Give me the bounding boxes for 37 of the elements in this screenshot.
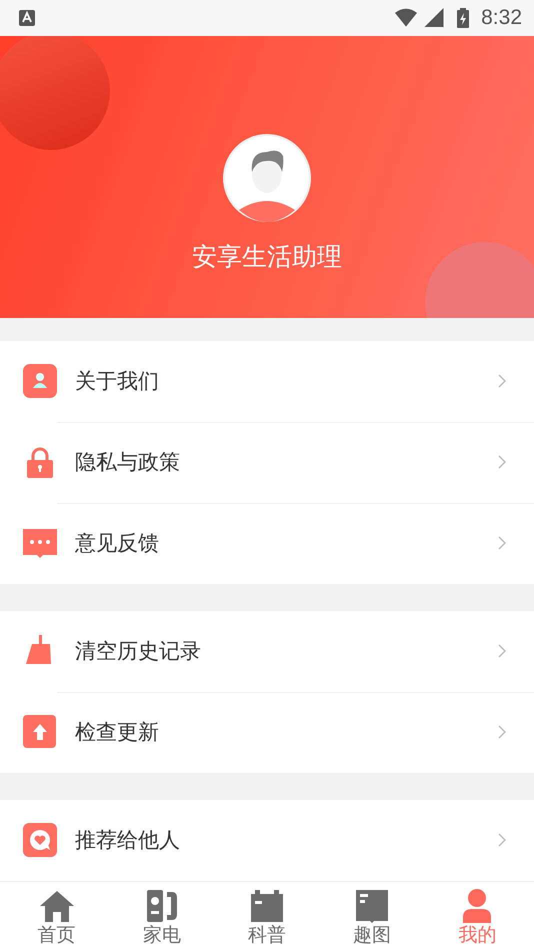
home-icon (40, 889, 74, 923)
menu-item[interactable]: 意见反馈 (0, 502, 534, 584)
menu-item[interactable]: 隐私与政策 (0, 422, 534, 503)
chat-icon (23, 526, 57, 560)
menu-label: 检查更新 (75, 719, 160, 746)
chevron-right-icon (498, 644, 506, 658)
menu-item[interactable]: 关于我们 (0, 340, 534, 422)
chevron-right-icon (498, 374, 506, 388)
book-icon (355, 889, 390, 923)
upload-icon (23, 715, 57, 750)
tab[interactable]: 家电 (116, 882, 207, 950)
heart-chat-icon (23, 823, 57, 858)
menu-label: 清空历史记录 (75, 638, 202, 666)
menu-label: 关于我们 (75, 368, 160, 396)
menu-label: 意见反馈 (75, 530, 160, 558)
avatar-icon (223, 134, 311, 222)
person-icon (23, 364, 57, 398)
chevron-right-icon (498, 725, 506, 740)
chevron-right-icon (498, 455, 506, 470)
tab[interactable]: 趣图 (327, 882, 418, 950)
menu-item[interactable]: 清空历史记录 (0, 610, 534, 692)
menu-item[interactable]: 推荐给他人 (0, 800, 534, 881)
status-time: 8:32 (481, 6, 522, 30)
menu-label: 隐私与政策 (75, 449, 181, 476)
menu-label: 推荐给他人 (75, 827, 181, 854)
chevron-right-icon (498, 833, 506, 848)
tab[interactable]: 首页 (12, 882, 102, 950)
battery-charging-icon (457, 8, 470, 28)
profile-name: 安享生活助理 (192, 240, 342, 273)
calendar-icon (250, 889, 284, 923)
signal-icon (423, 8, 446, 28)
wifi-icon (395, 8, 418, 28)
appliance-icon (144, 889, 179, 923)
keyboard-notification-icon (19, 10, 35, 26)
tab[interactable]: 科普 (222, 882, 312, 950)
menu-item[interactable]: 检查更新 (0, 692, 534, 773)
chevron-right-icon (498, 536, 506, 550)
